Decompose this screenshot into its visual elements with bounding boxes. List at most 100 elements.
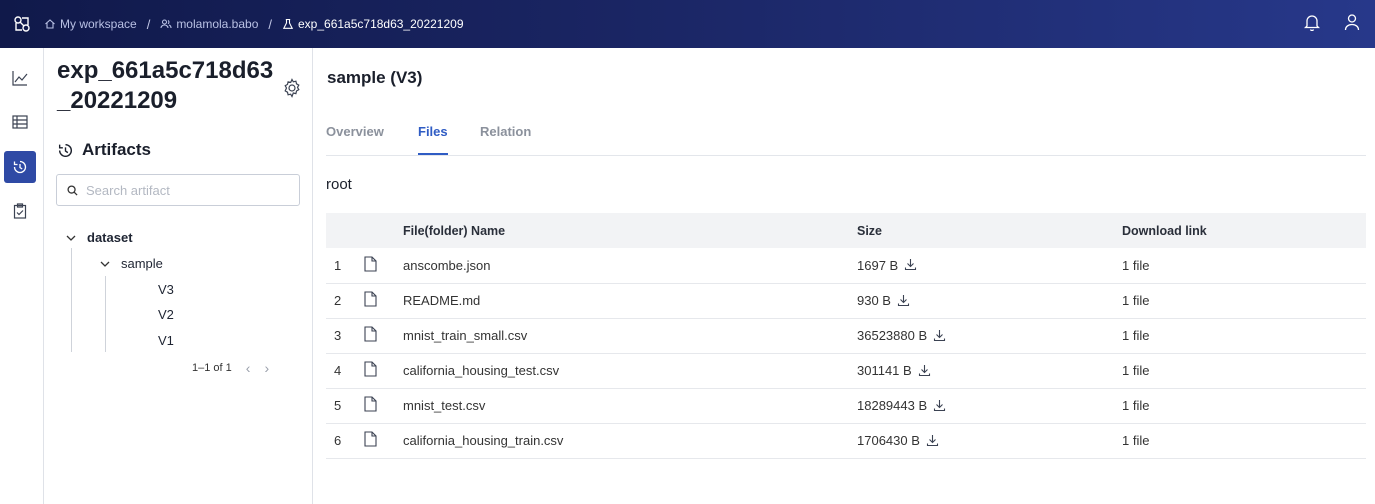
- table-row[interactable]: 2 README.md 930 B 1 file: [326, 283, 1366, 319]
- search-input[interactable]: [86, 182, 286, 198]
- artifact-panel: exp_661a5c718d63_20221209 Artifacts data…: [44, 48, 313, 504]
- gear-icon[interactable]: [282, 78, 302, 98]
- file-icon: [364, 318, 403, 354]
- tree-node-label: sample: [121, 256, 163, 271]
- file-icon: [364, 283, 403, 319]
- nav-rail: [0, 48, 44, 504]
- chart-line-icon[interactable]: [4, 62, 36, 94]
- tree-guide-line: [105, 276, 106, 352]
- tree-node-dataset[interactable]: dataset: [65, 230, 133, 245]
- download-icon[interactable]: [897, 294, 911, 308]
- file-size: 1697 B: [857, 257, 899, 273]
- breadcrumb-separator: /: [268, 16, 272, 32]
- tree-pagination: 1–1 of 1 ‹ ›: [192, 360, 269, 376]
- tree-node-version[interactable]: V1: [158, 333, 174, 348]
- breadcrumb-separator: /: [146, 16, 151, 32]
- file-size: 36523880 B: [857, 328, 928, 343]
- page-title: sample (V3): [327, 68, 423, 87]
- file-name[interactable]: README.md: [403, 283, 857, 319]
- file-name[interactable]: anscombe.json: [403, 248, 857, 284]
- artifact-search[interactable]: [56, 174, 300, 206]
- table-row[interactable]: 6 california_housing_train.csv 1706430 B…: [326, 423, 1366, 459]
- file-size-cell: 301141 B: [857, 353, 1122, 389]
- chevron-right-icon[interactable]: ›: [264, 360, 269, 376]
- table-row[interactable]: 1 anscombe.json 1697 B 1 file: [326, 248, 1366, 284]
- header-download: Download link: [1122, 213, 1366, 248]
- download-link[interactable]: 1 file: [1122, 318, 1366, 354]
- header-index: [326, 213, 364, 248]
- file-size-cell: 930 B: [857, 283, 1122, 319]
- file-size-cell: 1706430 B: [857, 423, 1122, 459]
- row-index: 4: [326, 353, 364, 389]
- tree-node-sample[interactable]: sample: [99, 256, 163, 271]
- tree-node-label: V2: [158, 307, 174, 322]
- table-row[interactable]: 5 mnist_test.csv 18289443 B 1 file: [326, 388, 1366, 424]
- path-label: root: [326, 176, 352, 193]
- app-logo-icon[interactable]: [0, 0, 44, 48]
- download-link[interactable]: 1 file: [1122, 248, 1366, 284]
- file-size: 301141 B: [857, 363, 912, 378]
- tab-relation[interactable]: Relation: [480, 124, 531, 153]
- table-header-row: File(folder) Name Size Download link: [326, 213, 1366, 248]
- download-link[interactable]: 1 file: [1122, 353, 1366, 389]
- user-icon[interactable]: [1343, 12, 1361, 32]
- breadcrumb-workspace[interactable]: My workspace: [44, 17, 137, 31]
- breadcrumb-user[interactable]: molamola.babo: [160, 17, 258, 31]
- download-icon[interactable]: [933, 399, 947, 413]
- row-index: 1: [326, 248, 364, 284]
- artifacts-title: Artifacts: [82, 140, 151, 159]
- file-size-cell: 18289443 B: [857, 388, 1122, 424]
- chevron-left-icon[interactable]: ‹: [246, 360, 251, 376]
- flask-icon: [282, 18, 294, 29]
- tree-node-label: V3: [158, 282, 174, 297]
- file-size: 1706430 B: [857, 433, 920, 448]
- tree-node-version[interactable]: V3: [158, 282, 174, 297]
- tab-overview[interactable]: Overview: [326, 124, 384, 153]
- file-name[interactable]: california_housing_train.csv: [403, 423, 857, 459]
- download-icon[interactable]: [904, 258, 918, 272]
- table-row[interactable]: 3 mnist_train_small.csv 36523880 B 1 fil…: [326, 318, 1366, 354]
- breadcrumb-workspace-label: My workspace: [60, 17, 137, 31]
- file-icon: [364, 388, 403, 424]
- file-name[interactable]: california_housing_test.csv: [403, 353, 857, 389]
- breadcrumb-experiment-label: exp_661a5c718d63_20221209: [298, 17, 464, 31]
- users-icon: [160, 19, 172, 29]
- file-name[interactable]: mnist_test.csv: [403, 388, 857, 424]
- table-icon[interactable]: [4, 106, 36, 138]
- tree-node-label: dataset: [87, 230, 133, 245]
- file-icon: [364, 423, 403, 459]
- file-size: 18289443 B: [857, 398, 928, 413]
- breadcrumb-experiment[interactable]: exp_661a5c718d63_20221209: [282, 17, 464, 31]
- tree-node-version[interactable]: V2: [158, 307, 174, 322]
- header-name: File(folder) Name: [403, 213, 857, 248]
- file-name[interactable]: mnist_train_small.csv: [403, 318, 857, 354]
- header-size: Size: [857, 213, 1122, 248]
- search-icon: [67, 184, 78, 196]
- download-icon[interactable]: [918, 364, 932, 378]
- experiment-title: exp_661a5c718d63_20221209: [57, 57, 274, 114]
- history-icon[interactable]: [4, 151, 36, 183]
- file-icon: [364, 353, 403, 389]
- tree-guide-line: [71, 248, 72, 352]
- clipboard-check-icon[interactable]: [4, 195, 36, 227]
- download-icon[interactable]: [926, 434, 940, 448]
- download-link[interactable]: 1 file: [1122, 283, 1366, 319]
- artifacts-heading: Artifacts: [57, 140, 151, 160]
- bell-icon[interactable]: [1303, 12, 1321, 32]
- file-size: 930 B: [857, 293, 891, 308]
- files-table: File(folder) Name Size Download link 1 a…: [326, 213, 1366, 459]
- tab-bar: Overview Files Relation: [326, 108, 1366, 156]
- row-index: 2: [326, 283, 364, 319]
- pagination-label: 1–1 of 1: [192, 362, 232, 374]
- table-row[interactable]: 4 california_housing_test.csv 301141 B 1…: [326, 353, 1366, 389]
- file-size-cell: 36523880 B: [857, 318, 1122, 354]
- tree-node-label: V1: [158, 333, 174, 348]
- file-icon: [364, 248, 403, 284]
- home-icon: [45, 19, 55, 29]
- tab-files[interactable]: Files: [418, 124, 448, 155]
- download-link[interactable]: 1 file: [1122, 388, 1366, 424]
- download-icon[interactable]: [933, 329, 947, 343]
- chevron-down-icon: [66, 235, 76, 241]
- download-link[interactable]: 1 file: [1122, 423, 1366, 459]
- row-index: 5: [326, 388, 364, 424]
